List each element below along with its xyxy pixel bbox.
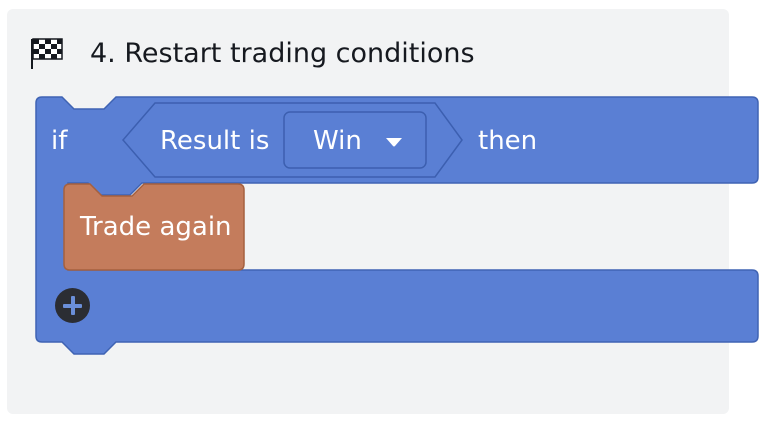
block-workspace: if Result is Win then Trade again bbox=[0, 0, 766, 424]
plus-icon[interactable] bbox=[55, 288, 90, 323]
caret-down-icon bbox=[386, 138, 402, 147]
result-dropdown-value: Win bbox=[313, 126, 362, 156]
if-label: if bbox=[51, 126, 68, 156]
condition-label: Result is bbox=[160, 126, 270, 156]
trade-again-label: Trade again bbox=[80, 212, 232, 242]
then-label: then bbox=[478, 126, 538, 156]
